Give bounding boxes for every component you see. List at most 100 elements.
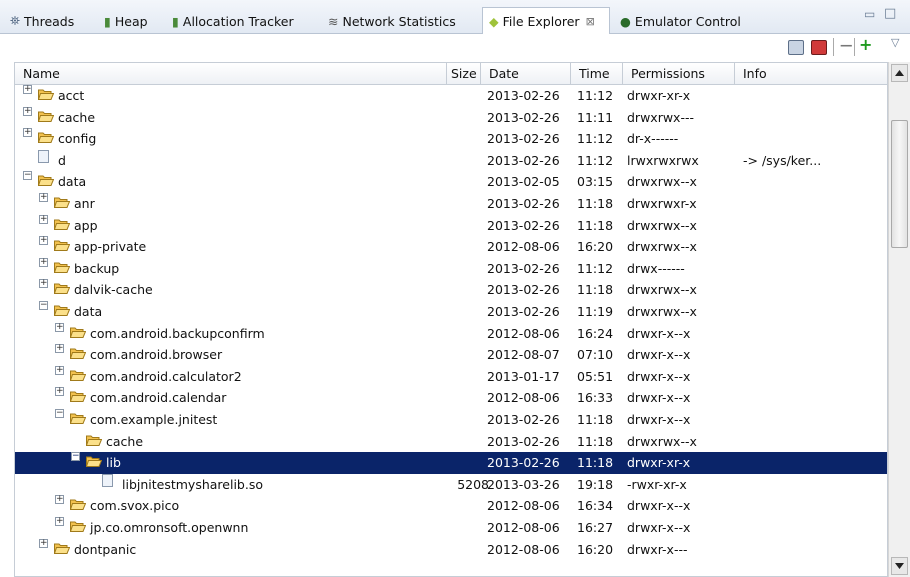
permissions-cell: drwxrwx--x xyxy=(627,282,697,298)
expand-toggle-icon[interactable]: + xyxy=(39,538,48,548)
view-tab-bar: ⛯ Threads ▮ Heap ▮ Allocation Tracker ≋ … xyxy=(0,0,910,35)
expand-toggle-icon[interactable]: + xyxy=(23,128,32,138)
tab-emulator-control[interactable]: ● Emulator Control xyxy=(620,8,741,34)
tab-heap[interactable]: ▮ Heap xyxy=(104,8,148,34)
expand-toggle-icon[interactable]: + xyxy=(55,517,64,526)
table-row[interactable]: + com.android.calculator2 2013-01-17 05:51 d… xyxy=(15,365,887,388)
file-table: Name Size Date Time Permissions Info + ac… xyxy=(14,62,888,577)
folder-icon xyxy=(53,258,71,273)
folder-icon xyxy=(53,236,71,252)
expand-toggle-icon[interactable]: + xyxy=(55,344,64,354)
pull-file-icon[interactable] xyxy=(788,40,804,55)
folder-icon xyxy=(53,279,71,295)
expand-toggle-icon[interactable]: + xyxy=(39,236,48,246)
col-size-header[interactable]: Size xyxy=(447,63,481,85)
col-time-header[interactable]: Time xyxy=(571,63,623,85)
table-row[interactable]: − com.example.jnitest 2013-02-26 11:18 drwxr… xyxy=(15,409,887,431)
collapse-toggle-icon[interactable]: − xyxy=(71,452,80,462)
permissions-cell: drwxrwx--x xyxy=(627,174,697,190)
time-cell: 16:27 xyxy=(577,520,614,535)
expand-toggle-icon[interactable]: + xyxy=(55,365,64,375)
permissions-cell: drwxrwx--x xyxy=(627,304,697,319)
table-row[interactable]: + anr 2013-02-26 11:18 drwxrwxr-x xyxy=(15,193,887,215)
table-row[interactable]: + app 2013-02-26 11:18 drwxrwx--x xyxy=(15,214,887,237)
date-cell: 2012-08-06 xyxy=(487,390,560,406)
table-row[interactable]: d 2013-02-26 11:12 lrwxrwxrwx -> /sys/ker... xyxy=(15,149,887,172)
scroll-up-button[interactable] xyxy=(891,64,908,82)
permissions-cell: drwxr-x--x xyxy=(627,390,691,406)
folder-icon xyxy=(69,409,87,424)
expand-toggle-icon[interactable]: + xyxy=(23,106,32,116)
expand-toggle-icon[interactable]: + xyxy=(39,279,48,289)
heap-icon: ▮ xyxy=(104,13,111,29)
folder-icon xyxy=(69,344,87,360)
table-row[interactable]: − lib 2013-02-26 11:18 drwxr-xr-x xyxy=(15,452,887,475)
permissions-cell: drwxrwx--x xyxy=(627,433,697,449)
tab-file-explorer[interactable]: ◆ File Explorer ⊠ xyxy=(482,7,610,35)
table-row[interactable]: + dalvik-cache 2013-02-26 11:18 drwxrwx--x xyxy=(15,279,887,301)
time-cell: 11:18 xyxy=(577,455,614,471)
table-row[interactable]: + acct 2013-02-26 11:12 drwxr-xr-x xyxy=(15,85,887,107)
tab-network-statistics[interactable]: ≋ Network Statistics xyxy=(328,8,456,34)
col-info-header[interactable]: Info xyxy=(735,63,865,85)
expand-toggle-icon[interactable]: + xyxy=(55,322,64,332)
table-row[interactable]: + config 2013-02-26 11:12 dr-x------ xyxy=(15,128,887,150)
folder-icon xyxy=(53,215,71,230)
time-cell: 16:34 xyxy=(577,498,614,514)
permissions-cell: drwxr-x--x xyxy=(627,368,691,384)
expand-toggle-icon[interactable]: + xyxy=(39,214,48,224)
expand-toggle-icon[interactable]: + xyxy=(39,193,48,202)
expand-toggle-icon[interactable]: + xyxy=(55,495,64,505)
scrollbar-thumb[interactable] xyxy=(891,120,908,248)
scroll-down-button[interactable] xyxy=(891,557,908,575)
delete-icon[interactable]: — xyxy=(840,37,853,52)
minimize-icon[interactable]: ▭ xyxy=(864,7,875,21)
table-row[interactable]: + com.svox.pico 2012-08-06 16:34 drwxr-x--x xyxy=(15,495,887,517)
network-icon: ≋ xyxy=(328,13,339,29)
file-explorer-toolbar: — + ▽ xyxy=(0,34,910,62)
permissions-cell: drwxr-x--x xyxy=(627,347,691,363)
time-cell: 11:18 xyxy=(577,217,614,233)
col-permissions-header[interactable]: Permissions xyxy=(623,63,735,85)
permissions-cell: dr-x------ xyxy=(627,131,679,147)
view-menu-icon[interactable]: ▽ xyxy=(891,36,899,49)
tab-allocation-tracker[interactable]: ▮ Allocation Tracker xyxy=(172,8,294,34)
name-cell: jp.co.omronsoft.openwnn xyxy=(90,520,249,535)
table-row[interactable]: + backup 2013-02-26 11:12 drwx------ xyxy=(15,257,887,280)
date-cell: 2012-08-06 xyxy=(487,325,560,341)
expand-toggle-icon[interactable]: + xyxy=(39,257,48,267)
collapse-toggle-icon[interactable]: − xyxy=(23,171,32,181)
tab-threads[interactable]: ⛯ Threads xyxy=(10,8,74,34)
new-folder-icon[interactable]: + xyxy=(859,35,872,54)
table-row[interactable]: + jp.co.omronsoft.openwnn 2012-08-06 16:27 d… xyxy=(15,517,887,539)
table-row[interactable]: + app-private 2012-08-06 16:20 drwxrwx--x xyxy=(15,236,887,258)
date-cell: 2013-02-26 xyxy=(487,304,560,319)
table-row[interactable]: + com.android.browser 2012-08-07 07:10 drwxr… xyxy=(15,344,887,366)
time-cell: 11:18 xyxy=(577,412,614,427)
expand-toggle-icon[interactable]: + xyxy=(23,85,32,94)
table-row[interactable]: + com.android.backupconfirm 2012-08-06 16:2… xyxy=(15,322,887,345)
date-cell: 2013-02-26 xyxy=(487,412,560,427)
table-row[interactable]: − data 2013-02-26 11:19 drwxrwx--x xyxy=(15,301,887,323)
table-row[interactable]: + com.android.calendar 2012-08-06 16:33 drwx… xyxy=(15,387,887,409)
table-row[interactable]: libjnitestmysharelib.so 5208 2013-03-26 19:… xyxy=(15,473,887,496)
col-date-header[interactable]: Date xyxy=(481,63,571,85)
table-row[interactable]: − data 2013-02-05 03:15 drwxrwx--x xyxy=(15,171,887,193)
date-cell: 2013-02-26 xyxy=(487,109,560,125)
collapse-toggle-icon[interactable]: − xyxy=(39,301,48,310)
table-row[interactable]: + dontpanic 2012-08-06 16:20 drwxr-x--- xyxy=(15,538,887,561)
col-name-header[interactable]: Name xyxy=(15,63,447,85)
name-cell: app xyxy=(74,217,98,233)
date-cell: 2013-02-26 xyxy=(487,433,560,449)
collapse-toggle-icon[interactable]: − xyxy=(55,409,64,418)
date-cell: 2013-02-26 xyxy=(487,282,560,298)
close-tab-icon[interactable]: ⊠ xyxy=(586,15,595,28)
vertical-scrollbar[interactable] xyxy=(888,62,910,577)
push-file-icon[interactable] xyxy=(811,40,827,55)
table-row[interactable]: + cache 2013-02-26 11:11 drwxrwx--- xyxy=(15,106,887,129)
expand-toggle-icon[interactable]: + xyxy=(55,387,64,397)
name-cell: com.android.calculator2 xyxy=(90,368,242,384)
table-row[interactable]: cache 2013-02-26 11:18 drwxrwx--x xyxy=(15,431,887,453)
maximize-icon[interactable]: □ xyxy=(884,6,896,21)
time-cell: 05:51 xyxy=(577,368,614,384)
